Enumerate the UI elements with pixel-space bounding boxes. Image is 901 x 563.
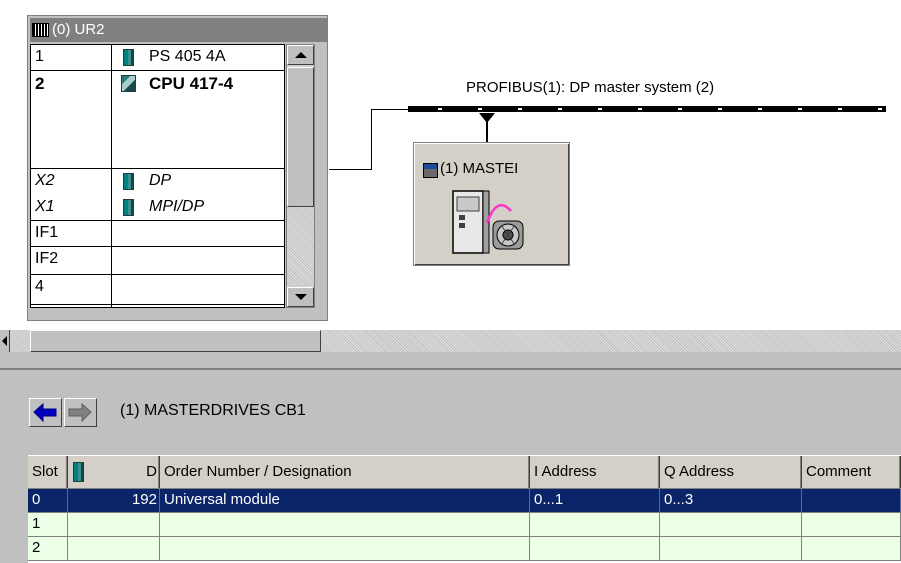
column-header-q-address[interactable]: Q Address [660,456,802,488]
arrow-up-icon [294,52,307,58]
cell-d [68,513,160,536]
cell-d [68,537,160,560]
rack-row-slot-x1[interactable]: X1 MPI/DP [31,195,284,221]
forward-button[interactable] [64,398,97,427]
module-table[interactable]: Slot D Order Number / Designation I Addr… [28,455,901,563]
station-title: (1) MASTEI [440,160,519,177]
masterdrive-station[interactable]: (1) MASTEI [413,142,570,266]
column-header-i-address[interactable]: I Address [530,456,660,488]
rack-module-name: DP [149,172,172,189]
rack-module-name: PS 405 4A [149,48,226,65]
module-icon [73,462,84,482]
detail-view: (1) MASTERDRIVES CB1 Slot D Order Number… [0,370,901,563]
rack-row-slot-if2[interactable]: IF2 [31,247,284,275]
arrow-left-icon [2,336,7,346]
rack-title-bar[interactable]: (0) UR2 [30,18,327,42]
rack-slot-number: 2 [35,74,45,93]
cell-slot: 0 [28,489,68,512]
table-header: Slot D Order Number / Designation I Addr… [28,455,901,489]
column-header-slot[interactable]: Slot [28,456,68,488]
profibus-label: PROFIBUS(1): DP master system (2) [466,79,715,96]
view-splitter[interactable] [0,352,901,370]
rack-slot-number: X1 [35,198,55,215]
rack-slot-number: 4 [35,278,44,295]
cell-q-address: 0...3 [660,489,802,512]
scroll-thumb[interactable] [30,330,321,352]
masterdrive-icon [452,190,524,254]
rack-module-name: CPU 417-4 [149,74,234,93]
cell-i-address [530,513,660,536]
cell-slot: 1 [28,513,68,536]
rack-vertical-scrollbar[interactable] [286,44,315,308]
drive-drop-line [486,120,488,142]
column-header-comment[interactable]: Comment [802,456,901,488]
rack-slot-number: IF1 [35,224,59,241]
table-row[interactable]: 0 192 Universal module 0...1 0...3 [28,489,901,513]
cpu-icon [121,75,136,92]
rack-slot-number: 1 [35,48,44,65]
slave-icon [423,163,438,178]
rack-row-slot-x2[interactable]: X2 DP [31,169,284,195]
table-row[interactable]: 2 [28,537,901,561]
connector-line [329,169,372,170]
scroll-left-button[interactable] [0,330,10,352]
rack-slot-table[interactable]: 1 PS 405 4A 2 CPU 417-4 X2 DP X1 MPI/DP … [30,44,285,308]
cell-designation [160,513,530,536]
arrow-right-icon [68,402,92,423]
detail-title: (1) MASTERDRIVES CB1 [120,402,306,419]
cell-i-address [530,537,660,560]
arrow-left-icon [33,402,57,423]
cell-i-address: 0...1 [530,489,660,512]
arrow-down-icon [294,294,307,300]
rack-row-slot-2[interactable]: 2 CPU 417-4 [31,71,284,169]
module-icon [123,199,134,216]
rack-slot-number: X2 [35,172,55,189]
back-button[interactable] [29,398,62,427]
cell-comment [802,537,901,560]
scroll-down-button[interactable] [287,287,314,307]
rack-row-slot-4[interactable]: 4 [31,275,284,305]
cell-comment [802,513,901,536]
cell-slot: 2 [28,537,68,560]
rack-title: (0) UR2 [52,21,105,38]
cell-designation [160,537,530,560]
rack-row-slot-if1[interactable]: IF1 [31,221,284,247]
module-icon [123,49,134,66]
scroll-up-button[interactable] [287,45,314,65]
connector-line [371,109,408,110]
cell-comment [802,489,901,512]
rack-window[interactable]: (0) UR2 1 PS 405 4A 2 CPU 417-4 X2 DP X1 [27,15,328,321]
cell-q-address [660,537,802,560]
hardware-config-canvas[interactable]: (0) UR2 1 PS 405 4A 2 CPU 417-4 X2 DP X1 [0,0,901,330]
table-row[interactable]: 1 [28,513,901,537]
cell-designation: Universal module [160,489,530,512]
scroll-thumb[interactable] [287,67,314,207]
rack-icon [32,23,49,37]
column-header-d[interactable]: D [68,456,160,488]
module-icon [123,173,134,190]
canvas-horizontal-scrollbar[interactable] [0,330,901,352]
cell-d: 192 [68,489,160,512]
cell-q-address [660,513,802,536]
profibus-master-system-line[interactable] [408,106,886,112]
rack-slot-number: IF2 [35,250,59,267]
rack-module-name: MPI/DP [149,198,205,215]
rack-row-slot-1[interactable]: 1 PS 405 4A [31,45,284,71]
connector-line [371,109,372,170]
column-header-designation[interactable]: Order Number / Designation [160,456,530,488]
